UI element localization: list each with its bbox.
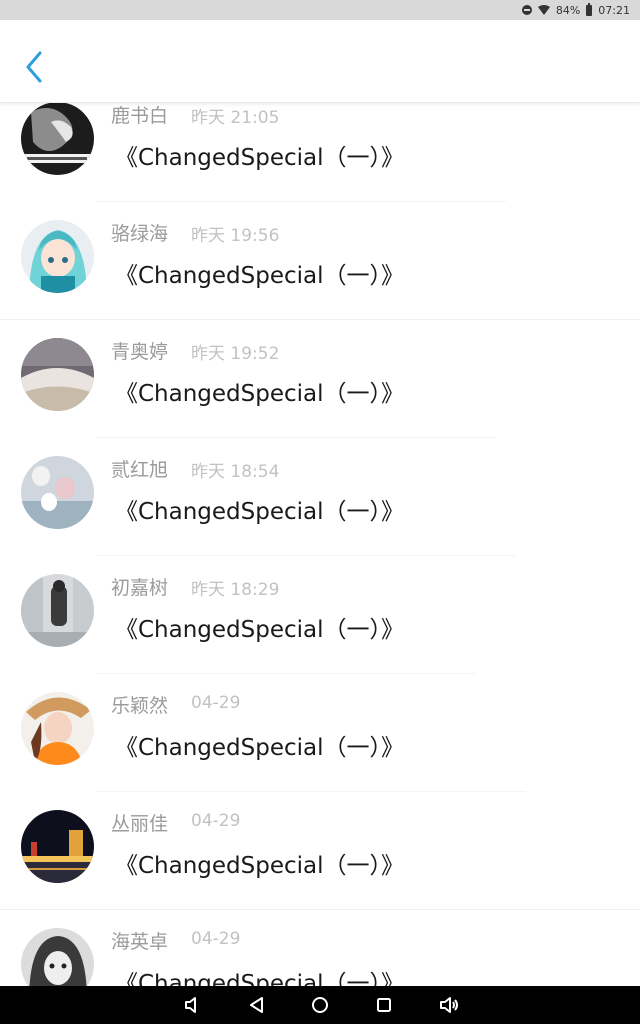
commenter-name: 海英卓 <box>111 931 169 953</box>
avatar[interactable] <box>21 574 94 647</box>
back-button[interactable] <box>22 50 46 84</box>
comment-text: 《ChangedSpecial（一）》 <box>115 735 405 761</box>
system-nav-bar <box>0 986 640 1024</box>
do-not-disturb-icon <box>521 5 532 15</box>
comment-text: 《ChangedSpecial（一）》 <box>115 263 405 289</box>
status-icons: 84% 07:21 <box>521 0 630 20</box>
commenter-name: 青奥婷 <box>111 341 169 363</box>
avatar[interactable] <box>21 810 94 883</box>
status-bar: 84% 07:21 <box>0 0 640 20</box>
comment-time: 昨天 19:52 <box>191 344 280 364</box>
comment-time: 04-29 <box>191 929 241 949</box>
comment-time: 04-29 <box>191 811 241 831</box>
avatar[interactable] <box>21 928 94 986</box>
comment-time: 昨天 18:29 <box>191 580 280 600</box>
list-item[interactable]: 鹿书白 昨天 21:05 《ChangedSpecial（一）》 <box>0 100 640 202</box>
comment-text: 《ChangedSpecial（一）》 <box>115 499 405 525</box>
home-circle-icon[interactable] <box>309 994 331 1016</box>
app-header <box>0 20 640 103</box>
comment-time: 昨天 19:56 <box>191 226 280 246</box>
clock: 07:21 <box>598 3 630 17</box>
list-item[interactable]: 贰红旭 昨天 18:54 《ChangedSpecial（一）》 <box>0 438 640 556</box>
list-item[interactable]: 海英卓 04-29 《ChangedSpecial（一）》 <box>0 910 640 986</box>
list-item[interactable]: 丛丽佳 04-29 《ChangedSpecial（一）》 <box>0 792 640 910</box>
avatar[interactable] <box>21 692 94 765</box>
commenter-name: 鹿书白 <box>111 105 169 127</box>
avatar[interactable] <box>21 338 94 411</box>
volume-down-icon[interactable] <box>182 994 204 1016</box>
commenter-name: 初嘉树 <box>111 577 169 599</box>
commenter-name: 骆绿海 <box>111 223 169 245</box>
comment-list[interactable]: 鹿书白 昨天 21:05 《ChangedSpecial（一）》 骆绿海 昨天 … <box>0 100 640 986</box>
chevron-left-icon <box>26 51 42 83</box>
list-item[interactable]: 初嘉树 昨天 18:29 《ChangedSpecial（一）》 <box>0 556 640 674</box>
avatar[interactable] <box>21 220 94 293</box>
wifi-icon <box>537 5 550 15</box>
list-item[interactable]: 乐颖然 04-29 《ChangedSpecial（一）》 <box>0 674 640 792</box>
avatar[interactable] <box>21 456 94 529</box>
list-item[interactable]: 青奥婷 昨天 19:52 《ChangedSpecial（一）》 <box>0 320 640 438</box>
comment-time: 昨天 18:54 <box>191 462 280 482</box>
commenter-name: 丛丽佳 <box>111 813 169 835</box>
back-triangle-icon[interactable] <box>246 994 268 1016</box>
battery-icon <box>586 2 593 16</box>
comment-text: 《ChangedSpecial（一）》 <box>115 617 405 643</box>
recents-square-icon[interactable] <box>373 994 395 1016</box>
commenter-name: 贰红旭 <box>111 459 169 481</box>
list-item[interactable]: 骆绿海 昨天 19:56 《ChangedSpecial（一）》 <box>0 202 640 320</box>
comment-text: 《ChangedSpecial（一）》 <box>115 145 405 171</box>
battery-percent: 84% <box>555 3 581 17</box>
comment-time: 昨天 21:05 <box>191 108 280 128</box>
comment-text: 《ChangedSpecial（一）》 <box>115 381 405 407</box>
comment-time: 04-29 <box>191 693 241 713</box>
comment-text: 《ChangedSpecial（一）》 <box>115 853 405 879</box>
avatar[interactable] <box>21 102 94 175</box>
commenter-name: 乐颖然 <box>111 695 169 717</box>
comment-text: 《ChangedSpecial（一）》 <box>115 971 405 986</box>
volume-up-icon[interactable] <box>438 994 460 1016</box>
